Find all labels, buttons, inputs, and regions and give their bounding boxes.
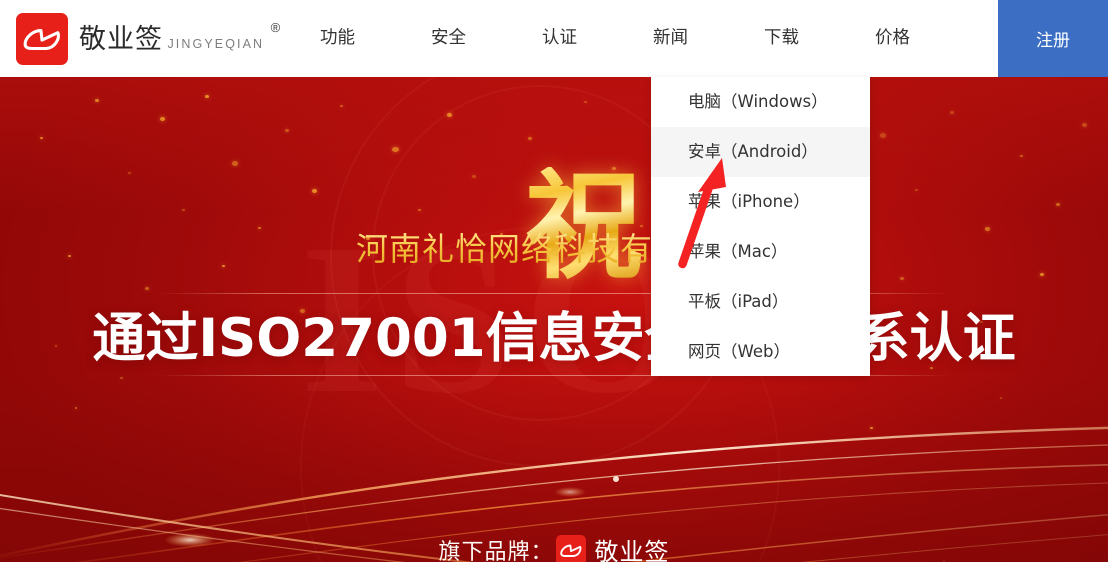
gold-fleck bbox=[40, 137, 43, 139]
brand-name-cn: 敬业签 bbox=[79, 24, 163, 55]
hero-banner: ISO 祝 河南礼恰网络科技有限公司 通过ISO27001信息安全管理体系认证 bbox=[0, 77, 1108, 562]
dropdown-item-iphone[interactable]: 苹果（iPhone） bbox=[651, 177, 870, 227]
sub-brand-name: 敬业签 bbox=[595, 532, 670, 562]
gold-fleck bbox=[418, 209, 421, 211]
gold-fleck bbox=[915, 189, 918, 191]
nav-news[interactable]: 新闻 bbox=[615, 0, 726, 77]
gold-fleck bbox=[312, 189, 317, 193]
brand-text: 敬业签 ® JINGYEQIAN bbox=[79, 24, 264, 55]
sub-brand-row: 旗下品牌： 敬业签 bbox=[0, 532, 1108, 562]
registered-trademark-icon: ® bbox=[271, 20, 281, 35]
main-navigation: 功能 安全 认证 新闻 下载 价格 bbox=[282, 0, 948, 77]
gold-fleck bbox=[340, 105, 343, 107]
nav-features[interactable]: 功能 bbox=[282, 0, 393, 77]
dropdown-item-windows[interactable]: 电脑（Windows） bbox=[651, 77, 870, 127]
gold-fleck bbox=[232, 161, 238, 166]
nav-certification[interactable]: 认证 bbox=[504, 0, 615, 77]
gold-fleck bbox=[145, 287, 149, 290]
gold-fleck bbox=[1040, 273, 1044, 276]
nav-security[interactable]: 安全 bbox=[393, 0, 504, 77]
gold-fleck bbox=[900, 277, 904, 280]
gold-fleck bbox=[128, 172, 131, 174]
nav-pricing[interactable]: 价格 bbox=[837, 0, 948, 77]
gold-fleck bbox=[205, 95, 209, 98]
banner-headline: 通过ISO27001信息安全管理体系认证 bbox=[0, 309, 1108, 369]
gold-fleck bbox=[472, 175, 476, 178]
gold-fleck bbox=[160, 117, 165, 121]
gold-fleck bbox=[182, 209, 185, 211]
logo-glyph-icon bbox=[23, 26, 61, 52]
gold-fleck bbox=[584, 101, 587, 103]
gold-fleck bbox=[95, 99, 99, 102]
gold-fleck bbox=[880, 133, 886, 138]
brand-name-en: JINGYEQIAN bbox=[167, 37, 264, 51]
site-header: 敬业签 ® JINGYEQIAN 功能 安全 认证 新闻 下载 价格 注册 bbox=[0, 0, 1108, 77]
company-name-gold: 河南礼恰网络科技有限公司 bbox=[0, 229, 1108, 269]
gold-fleck bbox=[392, 147, 399, 152]
brand-logo[interactable]: 敬业签 ® JINGYEQIAN bbox=[16, 13, 264, 65]
gold-fleck bbox=[285, 129, 289, 132]
register-button[interactable]: 注册 bbox=[998, 0, 1108, 77]
jingyeqian-logo-icon bbox=[16, 13, 68, 65]
sub-brand-label: 旗下品牌： bbox=[438, 534, 553, 562]
download-dropdown-menu: 电脑（Windows） 安卓（Android） 苹果（iPhone） 苹果（Ma… bbox=[651, 77, 870, 376]
nav-download[interactable]: 下载 bbox=[726, 0, 837, 77]
gold-fleck bbox=[1020, 155, 1023, 157]
logo-glyph-icon bbox=[560, 543, 582, 558]
dropdown-item-web[interactable]: 网页（Web） bbox=[651, 327, 870, 377]
dropdown-item-ipad[interactable]: 平板（iPad） bbox=[651, 277, 870, 327]
dropdown-item-mac[interactable]: 苹果（Mac） bbox=[651, 227, 870, 277]
gold-fleck bbox=[528, 137, 532, 140]
gold-fleck bbox=[950, 111, 954, 114]
gold-fleck bbox=[1082, 123, 1087, 127]
jingyeqian-logo-icon bbox=[556, 535, 586, 562]
gold-fleck bbox=[447, 113, 452, 117]
dropdown-item-android[interactable]: 安卓（Android） bbox=[651, 127, 870, 177]
page-root: ISO 祝 河南礼恰网络科技有限公司 通过ISO27001信息安全管理体系认证 bbox=[0, 0, 1108, 562]
gold-fleck bbox=[1056, 203, 1060, 206]
